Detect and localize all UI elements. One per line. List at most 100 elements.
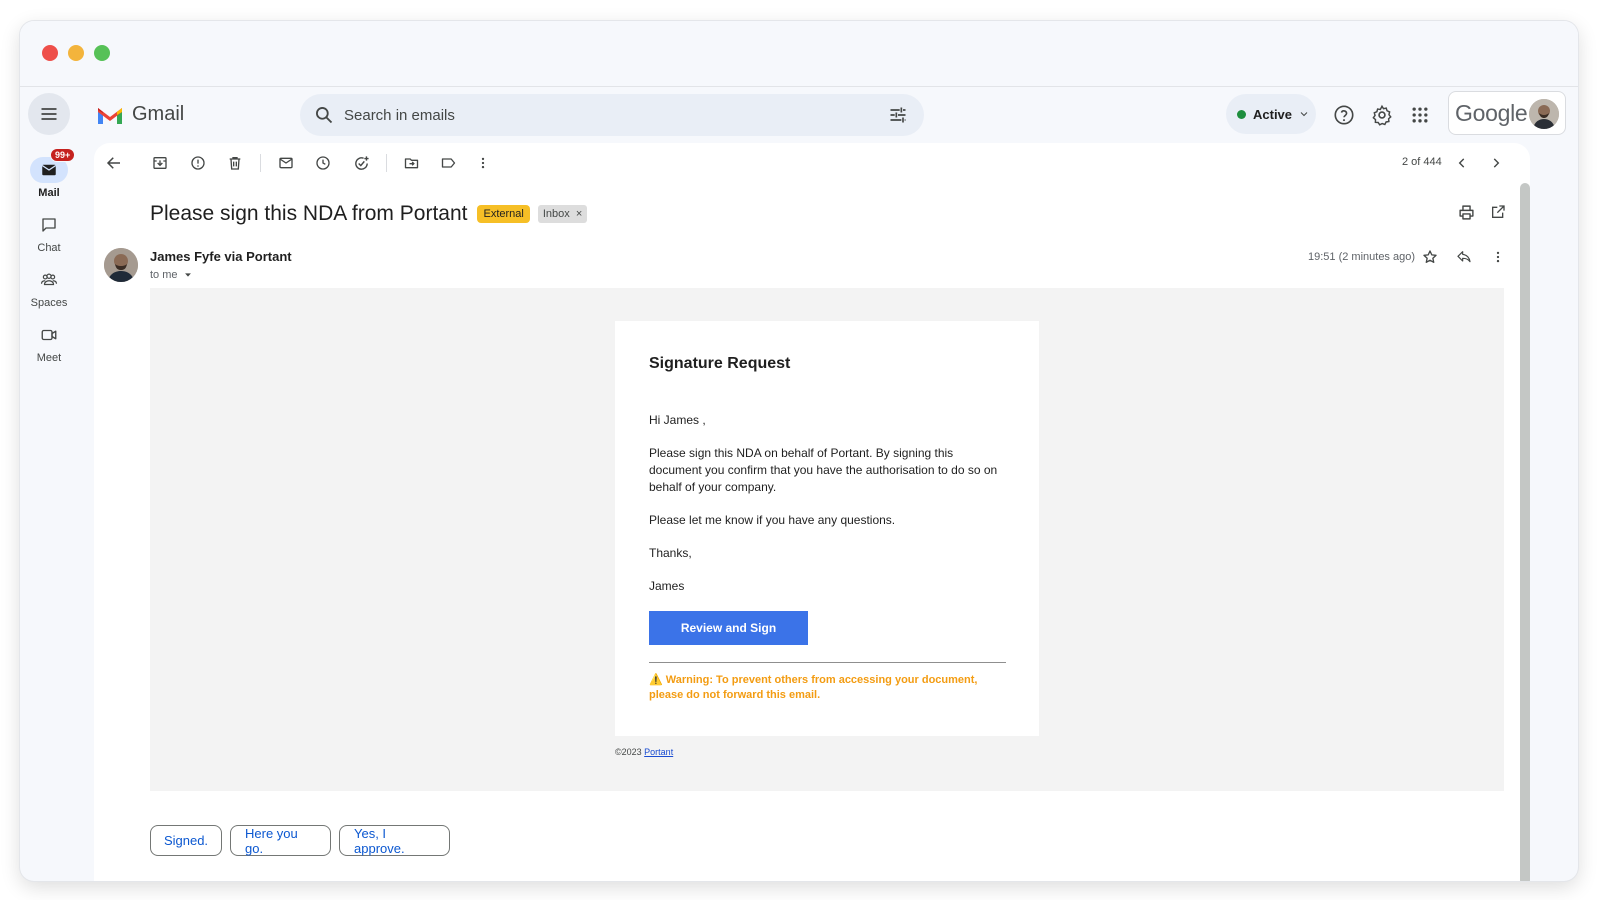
copyright-text: ©2023 [615, 747, 642, 757]
delete-button[interactable] [225, 153, 245, 173]
subject-text: Please sign this NDA from Portant [150, 202, 468, 225]
archive-icon [153, 157, 167, 169]
print-button[interactable] [1456, 202, 1476, 222]
body-paragraph: Please sign this NDA on behalf of Portan… [649, 446, 998, 494]
chevron-right-icon [1493, 158, 1500, 168]
caret-down-icon [184, 273, 191, 277]
portant-link[interactable]: Portant [644, 747, 673, 757]
label-button[interactable] [438, 153, 458, 173]
smart-reply-yes-i-approve[interactable]: Yes, I approve. [339, 825, 450, 856]
inbox-label[interactable]: Inbox × [537, 205, 588, 223]
browser-window: Gmail Search in emails Active Google 99+… [20, 21, 1578, 881]
snooze-button[interactable] [313, 153, 333, 173]
divider [649, 662, 1006, 663]
status-dot [1237, 109, 1246, 119]
remove-label-icon[interactable]: × [576, 208, 582, 220]
rail-item-label: Chat [37, 242, 61, 254]
settings-button[interactable] [1370, 103, 1394, 127]
google-account-button[interactable]: Google [1448, 91, 1566, 135]
back-arrow-icon [106, 157, 120, 169]
more-options-button[interactable] [473, 153, 493, 173]
signoff-text: James [649, 579, 685, 593]
sender-avatar[interactable] [104, 248, 138, 282]
rail-item-mail[interactable]: 99+ Mail [28, 148, 76, 199]
reply-icon [1457, 251, 1471, 263]
smart-reply-here-you-go[interactable]: Here you go. [230, 825, 331, 856]
recipient-details[interactable]: to me [150, 269, 193, 281]
status-label: Active [1253, 106, 1293, 122]
move-to-button[interactable] [401, 153, 421, 173]
message-more-button[interactable] [1488, 247, 1508, 267]
gear-icon [1372, 104, 1392, 126]
pagination-count: 2 of 444 [1402, 156, 1442, 168]
email-body: Signature Request Hi James , Please sign… [150, 288, 1504, 791]
gmail-logo-icon [98, 107, 122, 124]
search-bar[interactable]: Search in emails [300, 94, 924, 136]
gmail-wordmark: Gmail [132, 103, 185, 125]
mail-icon [41, 164, 57, 176]
rail-item-spaces[interactable]: Spaces [28, 267, 70, 309]
chevron-down-icon [1300, 112, 1308, 117]
report-spam-icon [191, 156, 205, 170]
google-wordmark: Google [1455, 99, 1528, 126]
spaces-icon [40, 273, 58, 286]
card-heading: Signature Request [649, 355, 791, 372]
video-icon [41, 329, 57, 341]
smart-reply-signed[interactable]: Signed. [150, 825, 222, 856]
label-icon [441, 158, 455, 168]
chat-icon [42, 218, 56, 232]
move-to-icon [404, 158, 418, 169]
external-label: External [477, 205, 530, 223]
rail-item-label: Meet [36, 352, 62, 364]
add-task-icon [354, 155, 369, 170]
main-menu-button[interactable] [28, 93, 70, 135]
older-button[interactable] [1486, 153, 1506, 173]
vertical-scrollbar[interactable] [1520, 183, 1530, 881]
message-timestamp: 19:51 (2 minutes ago) [1308, 251, 1416, 263]
minimize-window-button[interactable] [68, 45, 84, 61]
snooze-icon [316, 156, 330, 170]
close-window-button[interactable] [42, 45, 58, 61]
message-view: 2 of 444 Please sign this NDA from Porta… [94, 143, 1530, 881]
message-toolbar: 2 of 444 [94, 143, 1530, 183]
review-and-sign-button[interactable]: Review and Sign [649, 611, 808, 645]
print-icon [1458, 204, 1474, 220]
apps-icon [1412, 107, 1428, 123]
gmail-logo[interactable]: Gmail [96, 103, 184, 126]
search-input[interactable]: Search in emails [344, 107, 888, 124]
search-icon [316, 107, 333, 124]
maximize-window-button[interactable] [94, 45, 110, 61]
star-button[interactable] [1420, 247, 1440, 267]
toolbar-divider [260, 154, 261, 172]
open-new-window-button[interactable] [1488, 202, 1508, 222]
sender-name[interactable]: James Fyfe via Portant [150, 249, 292, 264]
person-avatar-icon [1529, 99, 1559, 129]
star-icon [1423, 250, 1437, 263]
mark-unread-button[interactable] [276, 153, 296, 173]
reply-button[interactable] [1454, 247, 1474, 267]
report-spam-button[interactable] [188, 153, 208, 173]
help-button[interactable] [1332, 103, 1356, 127]
tune-icon[interactable] [888, 105, 908, 125]
title-bar [20, 21, 1578, 87]
newer-button[interactable] [1452, 153, 1472, 173]
add-task-button[interactable] [351, 153, 371, 173]
recipient-label: to me [150, 269, 178, 281]
menu-icon [41, 108, 57, 120]
rail-item-chat[interactable]: Chat [28, 212, 70, 254]
copyright-footer: ©2023 Portant [615, 747, 673, 757]
archive-button[interactable] [150, 153, 170, 173]
rail-item-meet[interactable]: Meet [28, 322, 70, 364]
greeting-text: Hi James , [649, 413, 706, 427]
thanks-text: Thanks, [649, 546, 692, 560]
apps-button[interactable] [1408, 103, 1432, 127]
delete-icon [229, 157, 241, 170]
help-icon [1334, 105, 1354, 125]
back-button[interactable] [104, 153, 124, 173]
account-avatar[interactable] [1529, 99, 1559, 129]
status-selector[interactable]: Active [1226, 94, 1316, 134]
warning-text: ⚠️ Warning: To prevent others from acces… [649, 674, 978, 701]
email-subject: Please sign this NDA from Portant Extern… [150, 202, 588, 226]
body-paragraph: Please let me know if you have any quest… [649, 513, 896, 527]
toolbar-divider [386, 154, 387, 172]
